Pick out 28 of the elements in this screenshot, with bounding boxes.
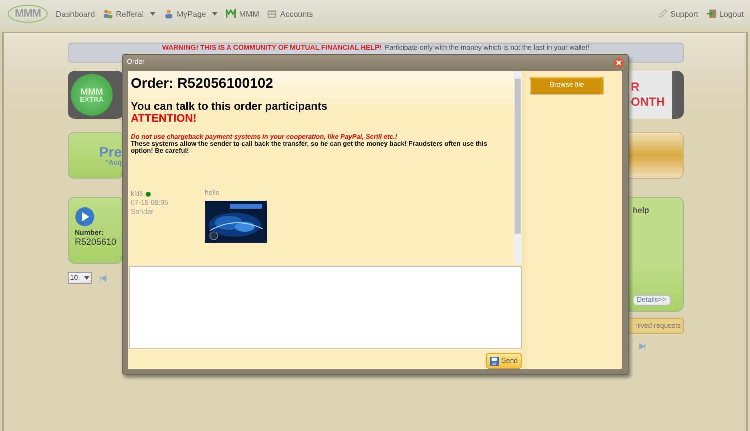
order-heading: Order: R52056100102	[131, 75, 274, 91]
play-icon[interactable]	[75, 207, 95, 227]
logo[interactable]: MMM	[8, 5, 48, 23]
nav-link[interactable]: Dashboard	[56, 10, 96, 18]
nav-link[interactable]: MMM	[226, 9, 260, 19]
last-page-icon[interactable]	[639, 343, 646, 350]
nav-link[interactable]: MyPage	[164, 9, 218, 19]
scrollbar[interactable]	[514, 71, 522, 264]
order-number: R5205610	[75, 237, 118, 247]
chat-subheading: You can talk to this order participants	[131, 101, 329, 113]
nav-link[interactable]: Logout	[706, 9, 744, 19]
message-input[interactable]	[129, 266, 522, 349]
people-icon	[103, 9, 114, 19]
pencil-icon	[658, 9, 668, 19]
accounts-icon	[267, 9, 278, 19]
person-icon	[164, 9, 174, 19]
nav-link[interactable]: Accounts	[267, 9, 314, 19]
floppy-icon	[490, 356, 499, 366]
door-icon	[706, 9, 717, 19]
close-icon[interactable]	[614, 58, 624, 68]
first-page-icon[interactable]	[100, 274, 107, 282]
nav-link[interactable]: Support	[658, 9, 699, 19]
mmm-icon	[226, 9, 236, 19]
caret-icon	[84, 276, 90, 280]
promo-title: Pre	[99, 144, 122, 160]
nav-link[interactable]: Refferal	[103, 9, 156, 19]
attention-text: ATTENTION!	[131, 113, 198, 125]
help-title: help	[633, 206, 650, 215]
